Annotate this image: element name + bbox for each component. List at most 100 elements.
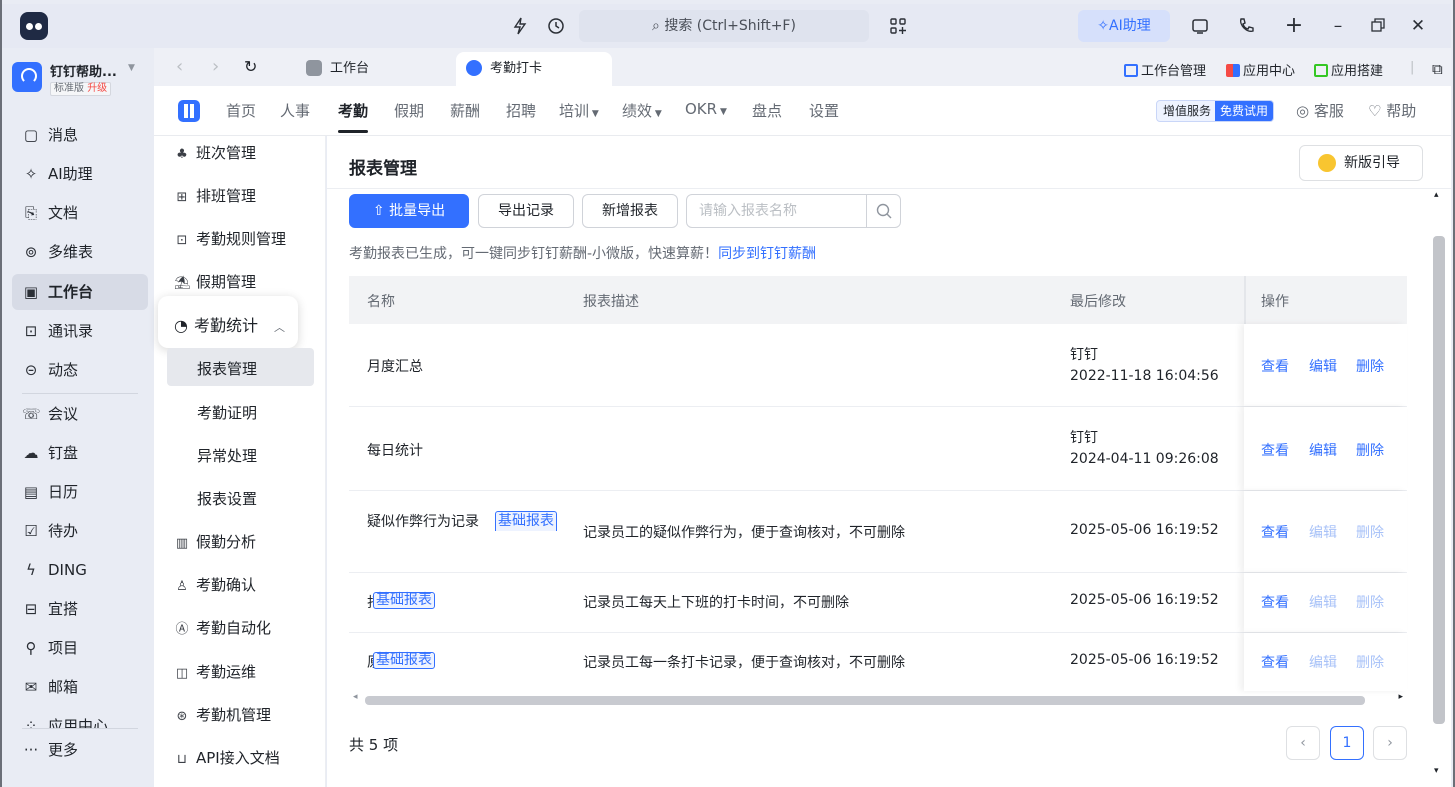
new-plus-icon[interactable]: +	[1282, 14, 1306, 38]
total-count: 共 5 项	[349, 736, 399, 754]
nav-item-apps[interactable]: ⁘ 应用中心	[12, 708, 148, 728]
open-external-icon[interactable]: ⧉	[1432, 60, 1443, 78]
nav-item-more[interactable]: ··· 更多	[12, 732, 148, 768]
nav-item-docs[interactable]: ⎘ 文档	[12, 195, 148, 231]
restore-icon[interactable]	[1366, 14, 1390, 38]
subnav-leave-manage[interactable]: ⛱ 假期管理	[174, 271, 256, 292]
menu-leave[interactable]: 假期	[394, 100, 424, 121]
history-icon[interactable]	[544, 14, 568, 38]
subnav-rule-manage[interactable]: ⊡ 考勤规则管理	[174, 228, 286, 249]
subnav-label: 考勤自动化	[196, 619, 272, 637]
next-page-button[interactable]: ›	[1373, 726, 1407, 760]
export-log-button[interactable]: 导出记录	[478, 194, 574, 228]
subnav-device-manage[interactable]: ⊛ 考勤机管理	[174, 704, 271, 725]
workbench-manage-link[interactable]: 工作台管理	[1124, 60, 1206, 79]
prev-page-button[interactable]: ‹	[1286, 726, 1320, 760]
add-report-button[interactable]: 新增报表	[582, 194, 678, 228]
menu-salary[interactable]: 薪酬	[450, 100, 480, 121]
report-search-input[interactable]: 请输入报表名称	[686, 194, 901, 228]
menu-home[interactable]: 首页	[226, 100, 256, 121]
nav-item-ding[interactable]: ϟ DING	[12, 552, 148, 588]
delete-link[interactable]: 删除	[1356, 440, 1384, 460]
flash-beta-icon[interactable]	[508, 14, 532, 38]
nav-item-project[interactable]: ⚲ 项目	[12, 630, 148, 666]
screen-share-icon[interactable]	[1188, 14, 1212, 38]
org-switcher[interactable]: 钉钉帮助... ▼ 标准版 升级	[12, 58, 148, 98]
nav-item-meeting[interactable]: ☏ 会议	[12, 396, 148, 432]
subnav-report-manage[interactable]: 报表管理	[197, 358, 257, 379]
scroll-down-icon[interactable]: ▾	[1434, 766, 1439, 776]
scroll-left-icon[interactable]: ◂	[353, 692, 358, 702]
subnav-ops[interactable]: ◫ 考勤运维	[174, 661, 256, 682]
value-added-service-badge[interactable]: 增值服务 免费试用	[1156, 100, 1275, 122]
menu-settings[interactable]: 设置	[809, 100, 839, 121]
dingtalk-logo-icon[interactable]	[20, 12, 48, 40]
nav-item-workbench[interactable]: ▣ 工作台	[12, 274, 148, 310]
batch-export-button[interactable]: ⇧ 批量导出	[349, 194, 469, 228]
nav-item-contacts[interactable]: ⊡ 通讯录	[12, 313, 148, 349]
refresh-icon[interactable]: ↻	[244, 57, 257, 76]
nav-item-messages[interactable]: ▢ 消息	[12, 117, 148, 153]
view-link[interactable]: 查看	[1261, 356, 1289, 376]
scrollbar-thumb[interactable]	[365, 696, 1365, 705]
subnav-confirm[interactable]: ♙ 考勤确认	[174, 574, 256, 595]
menu-okr[interactable]: OKR ▼	[685, 100, 727, 118]
nav-item-mail[interactable]: ✉ 邮箱	[12, 669, 148, 705]
minimize-icon[interactable]: –	[1326, 14, 1350, 38]
view-link[interactable]: 查看	[1261, 440, 1289, 460]
edit-link[interactable]: 编辑	[1309, 356, 1337, 376]
tab-attendance[interactable]: 考勤打卡	[456, 52, 612, 86]
org-upgrade: 升级	[87, 83, 108, 94]
sync-salary-link[interactable]: 同步到钉钉薪酬	[718, 246, 816, 262]
menu-recruit[interactable]: 招聘	[506, 100, 536, 121]
subnav-exception[interactable]: 异常处理	[197, 445, 257, 466]
apps-add-icon[interactable]	[886, 14, 910, 38]
nav-item-yida[interactable]: ⊟ 宜搭	[12, 591, 148, 627]
subnav-report-settings[interactable]: 报表设置	[197, 488, 257, 509]
menu-inventory[interactable]: 盘点	[752, 100, 782, 121]
subnav-api-docs[interactable]: ⊔ API接入文档	[174, 747, 280, 768]
nav-item-calendar[interactable]: ▤ 日历	[12, 474, 148, 510]
subnav-shift-manage[interactable]: ♣ 班次管理	[174, 142, 256, 163]
menu-training[interactable]: 培训 ▼	[559, 100, 599, 121]
subnav-attendance-stats[interactable]: ◔ 考勤统计 ︿	[158, 296, 298, 348]
report-search-placeholder: 请输入报表名称	[699, 203, 797, 219]
org-edition-badge[interactable]: 标准版 升级	[50, 82, 112, 96]
app-center-link[interactable]: 应用中心	[1226, 60, 1295, 79]
new-guide-button[interactable]: 新版引导	[1299, 145, 1423, 181]
search-icon[interactable]	[866, 195, 900, 227]
vertical-scrollbar[interactable]: ▴ ▾	[1429, 188, 1449, 778]
view-link[interactable]: 查看	[1261, 652, 1289, 672]
delete-link[interactable]: 删除	[1356, 356, 1384, 376]
forward-icon[interactable]: ›	[212, 56, 219, 77]
menu-performance[interactable]: 绩效 ▼	[622, 100, 662, 121]
page-1-button[interactable]: 1	[1330, 726, 1364, 760]
menu-attendance[interactable]: 考勤	[338, 100, 369, 133]
subnav-automation[interactable]: Ⓐ 考勤自动化	[174, 617, 271, 638]
customer-service-link[interactable]: ◎ 客服	[1296, 100, 1344, 121]
view-link[interactable]: 查看	[1261, 592, 1289, 612]
subnav-schedule-manage[interactable]: ⊞ 排班管理	[174, 185, 256, 206]
nav-item-multitable[interactable]: ⊚ 多维表	[12, 234, 148, 270]
menu-hr[interactable]: 人事	[280, 100, 310, 121]
close-icon[interactable]: ✕	[1406, 14, 1430, 38]
ai-assistant-button[interactable]: ✧AI助理	[1078, 10, 1170, 42]
subnav-attendance-proof[interactable]: 考勤证明	[197, 402, 257, 423]
horizontal-scrollbar[interactable]: ◂ ▸	[349, 692, 1407, 708]
subnav-analysis[interactable]: ▥ 假勤分析	[174, 531, 256, 552]
edit-link[interactable]: 编辑	[1309, 440, 1337, 460]
tab-workbench[interactable]: 工作台	[296, 52, 446, 86]
scroll-right-icon[interactable]: ▸	[1398, 692, 1403, 702]
scroll-up-icon[interactable]: ▴	[1434, 190, 1439, 200]
help-link[interactable]: ♡ 帮助	[1368, 100, 1416, 121]
nav-item-cloud[interactable]: ☁ 钉盘	[12, 435, 148, 471]
scrollbar-thumb[interactable]	[1433, 236, 1445, 724]
view-link[interactable]: 查看	[1261, 522, 1289, 542]
nav-item-ai[interactable]: ✧ AI助理	[12, 156, 148, 192]
back-icon[interactable]: ‹	[176, 56, 183, 77]
nav-item-todo[interactable]: ☑ 待办	[12, 513, 148, 549]
nav-item-feed[interactable]: ⊝ 动态	[12, 352, 148, 388]
app-build-link[interactable]: 应用搭建	[1314, 60, 1383, 79]
global-search-input[interactable]: ⌕ 搜索 (Ctrl+Shift+F)	[579, 10, 869, 42]
phone-icon[interactable]	[1234, 14, 1258, 38]
